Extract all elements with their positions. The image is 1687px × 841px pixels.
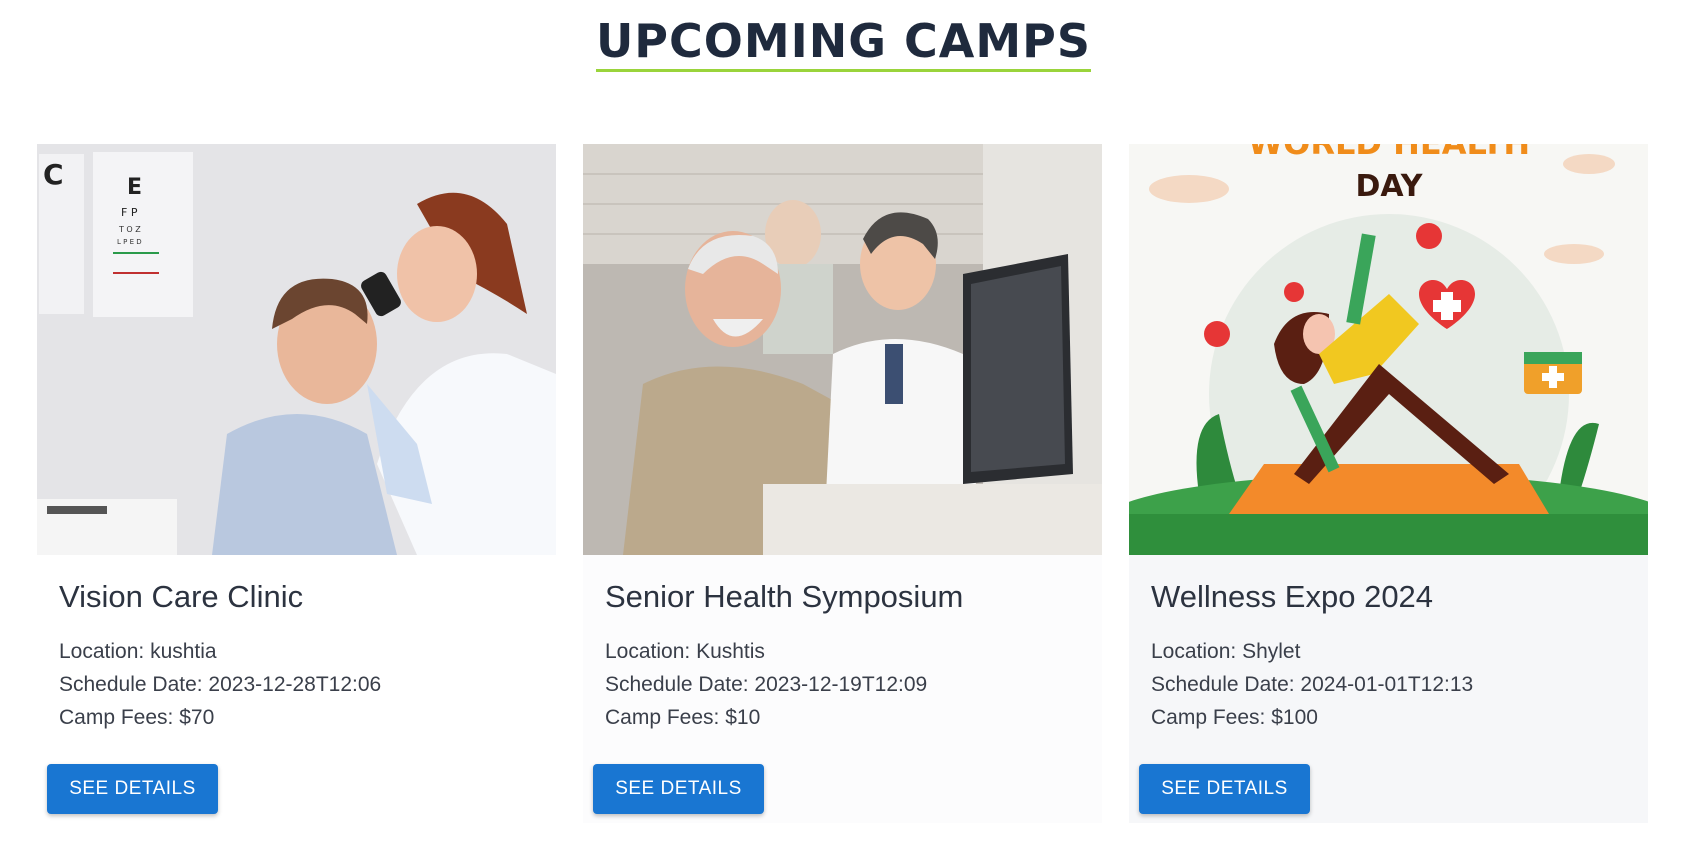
svg-text:E: E <box>127 175 142 200</box>
camp-title: Wellness Expo 2024 <box>1151 579 1434 614</box>
wellness-image-title: WORLD HEALTH <box>1248 144 1530 162</box>
camp-schedule-date: Schedule Date: 2024-01-01T12:13 <box>1151 673 1474 696</box>
wellness-image-subtitle: DAY <box>1356 169 1424 204</box>
camp-fees: Camp Fees: $70 <box>59 706 215 729</box>
svg-text:F P: F P <box>121 206 138 219</box>
svg-text:C: C <box>43 158 64 191</box>
svg-text:L P E D: L P E D <box>117 238 142 246</box>
camp-location: Location: Kushtis <box>605 640 765 663</box>
camp-location: Location: Shylet <box>1151 640 1301 663</box>
section-title: UPCOMING CAMPS <box>595 16 1092 72</box>
svg-text:T O Z: T O Z <box>118 225 141 234</box>
camp-schedule-date: Schedule Date: 2023-12-28T12:06 <box>59 673 382 696</box>
section-header: UPCOMING CAMPS <box>0 16 1687 72</box>
camp-card: Senior Health Symposium Location: Kushti… <box>583 144 1102 823</box>
camp-title: Vision Care Clinic <box>59 579 304 614</box>
see-details-button[interactable]: SEE DETAILS <box>1139 764 1310 814</box>
camp-card: E F P T O Z L P E D C Vision Care Clinic… <box>37 144 556 823</box>
camp-image-doctor-consultation <box>583 144 1102 555</box>
camp-fees: Camp Fees: $100 <box>1151 706 1318 729</box>
camp-schedule-date: Schedule Date: 2023-12-19T12:09 <box>605 673 928 696</box>
camp-title: Senior Health Symposium <box>605 579 964 614</box>
camp-card-list: E F P T O Z L P E D C Vision Care Clinic… <box>37 144 1648 823</box>
camp-image-world-health-day: WORLD HEALTH DAY <box>1129 144 1648 555</box>
camp-fees: Camp Fees: $10 <box>605 706 761 729</box>
camp-card: WORLD HEALTH DAY <box>1129 144 1648 823</box>
camp-image-eye-exam: E F P T O Z L P E D C <box>37 144 556 555</box>
camp-location: Location: kushtia <box>59 640 217 663</box>
see-details-button[interactable]: SEE DETAILS <box>47 764 218 814</box>
see-details-button[interactable]: SEE DETAILS <box>593 764 764 814</box>
